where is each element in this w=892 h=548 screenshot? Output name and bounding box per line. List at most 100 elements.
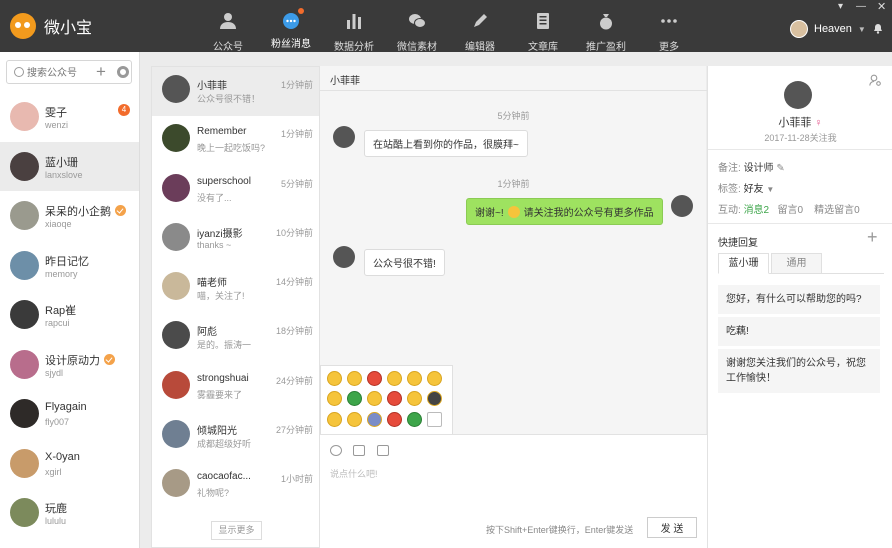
- avatar: [10, 250, 39, 280]
- emoji-icon[interactable]: [347, 391, 362, 407]
- conversation-item[interactable]: 倾城阳光 27分钟前 成都超级好听: [152, 412, 319, 461]
- nav-item-materials[interactable]: 微信素材: [387, 8, 447, 53]
- money-bag-icon: [600, 14, 612, 30]
- nav-item-more[interactable]: 更多: [639, 8, 699, 53]
- chevron-down-icon[interactable]: ▼: [766, 185, 774, 194]
- nav-item-accounts[interactable]: 公众号: [198, 8, 258, 53]
- quick-reply-item[interactable]: 吃藕!: [718, 317, 880, 346]
- emoji-icon[interactable]: [407, 371, 422, 386]
- account-item[interactable]: 蓝小珊 lanxslove: [0, 141, 139, 191]
- nav-item-analytics[interactable]: 数据分析: [324, 8, 384, 53]
- picture-library-icon[interactable]: [377, 445, 389, 456]
- note-row: 备注: 设计师 ✎: [718, 159, 785, 174]
- tab-general[interactable]: 通用: [771, 253, 822, 274]
- conversation-item[interactable]: strongshuai 24分钟前 雾霾要来了: [152, 363, 319, 412]
- conversation-time: 24分钟前: [275, 375, 313, 386]
- user-menu[interactable]: Heaven ▼: [790, 20, 866, 38]
- emoji-toggle-icon[interactable]: [330, 445, 342, 456]
- conversation-time: 10分钟前: [275, 227, 313, 238]
- emoji-icon[interactable]: [387, 411, 402, 427]
- conversation-item[interactable]: superschool 5分钟前 没有了...: [152, 166, 319, 215]
- interaction-row: 互动: 消息2 留言0 精选留言0: [718, 201, 860, 216]
- conversation-item[interactable]: 小菲菲 1分钟前 公众号很不错！: [152, 67, 319, 117]
- conversation-item[interactable]: Remember 1分钟前 晚上一起吃饭吗?: [152, 116, 319, 165]
- emoji-icon[interactable]: [367, 391, 382, 407]
- minimize-icon[interactable]: —: [856, 1, 866, 12]
- chat-title: 小菲菲: [330, 76, 360, 87]
- nav-label: 公众号: [213, 42, 243, 53]
- nav-label: 微信素材: [397, 42, 437, 53]
- account-name: 呆呆的小企鹅: [45, 203, 126, 219]
- account-id: lululu: [45, 516, 67, 526]
- nav-label: 推广盈利: [586, 42, 626, 53]
- image-icon[interactable]: [353, 445, 365, 456]
- send-button[interactable]: 发 送: [647, 517, 697, 538]
- emoji-icon[interactable]: [407, 411, 422, 427]
- quick-reply-tabs: 蓝小珊 通用: [718, 253, 884, 274]
- bell-icon[interactable]: [872, 22, 884, 34]
- account-list: 雯子 wenzi 4 蓝小珊 lanxslove 呆呆的小企鹅 xiaoqe 昨…: [0, 92, 139, 538]
- conversation-preview: 没有了...: [197, 192, 232, 203]
- emoji-icon[interactable]: [427, 371, 442, 386]
- emoji-icon[interactable]: [427, 391, 442, 407]
- tag-dropdown[interactable]: 好友: [744, 184, 764, 195]
- account-item[interactable]: 雯子 wenzi 4: [0, 92, 139, 142]
- account-sidebar: + 雯子 wenzi 4 蓝小珊 lanxslove 呆呆的小企鹅 xiaoqe…: [0, 52, 140, 548]
- message-input[interactable]: 说点什么吧!: [330, 467, 378, 480]
- nav-item-promotion[interactable]: 推广盈利: [576, 8, 636, 53]
- tab-lanxiaoshan[interactable]: 蓝小珊: [718, 253, 769, 274]
- nav-item-fan-messages[interactable]: 粉丝消息: [261, 8, 321, 50]
- app-name: 微小宝: [44, 20, 93, 37]
- account-id: fly007: [45, 417, 70, 427]
- account-item[interactable]: 昨日记忆 memory: [0, 241, 139, 291]
- emoji-icon[interactable]: [387, 371, 402, 386]
- send-hint: 按下Shift+Enter键换行，Enter键发送: [486, 525, 634, 535]
- account-item[interactable]: 呆呆的小企鹅 xiaoqe: [0, 191, 139, 241]
- account-name: 蓝小珊: [45, 156, 78, 169]
- account-name: 雯子: [45, 107, 67, 119]
- emoji-icon[interactable]: [327, 411, 342, 427]
- account-item[interactable]: X-0yan xgirl: [0, 439, 139, 489]
- user-settings-icon[interactable]: [869, 74, 881, 86]
- emoji-icon[interactable]: [327, 391, 342, 407]
- emoji-icon[interactable]: [367, 411, 382, 427]
- account-item[interactable]: Flyagain fly007: [0, 389, 139, 439]
- quick-reply-item[interactable]: 您好，有什么可以帮助您的吗?: [718, 285, 880, 314]
- avatar: [10, 399, 39, 428]
- emoji-icon[interactable]: [387, 391, 402, 407]
- search-input[interactable]: [27, 65, 89, 81]
- account-item[interactable]: 玩鹿 lululu: [0, 488, 139, 538]
- avatar: [162, 420, 190, 449]
- close-icon[interactable]: ✕: [877, 0, 886, 13]
- conversation-item[interactable]: 喵老师 14分钟前 喵，关注了!: [152, 264, 319, 313]
- account-item[interactable]: Rap崔 rapcui: [0, 290, 139, 340]
- tag-row: 标签: 好友 ▼: [718, 180, 774, 195]
- conversation-item[interactable]: iyanzi摄影 10分钟前 thanks ~: [152, 215, 319, 264]
- emoji-icon[interactable]: [327, 371, 342, 386]
- emoji-icon[interactable]: [367, 371, 382, 386]
- account-name-text: 呆呆的小企鹅: [45, 206, 111, 218]
- selected-comments-link[interactable]: 精选留言0: [814, 205, 860, 216]
- divider: [708, 149, 892, 150]
- conversation-time: 1分钟前: [280, 129, 313, 140]
- add-reply-icon[interactable]: +: [867, 227, 878, 248]
- emoji-icon[interactable]: [347, 371, 362, 386]
- show-more-button[interactable]: 显示更多: [211, 521, 262, 540]
- backspace-icon[interactable]: [427, 411, 442, 427]
- dropdown-icon[interactable]: ▾: [838, 1, 843, 12]
- nav-item-editor[interactable]: 编辑器: [450, 8, 510, 53]
- conversation-item[interactable]: 阿彪 18分钟前 是的。振涛一: [152, 313, 319, 362]
- user-icon: [220, 13, 236, 29]
- account-item[interactable]: 设计原动力 sjydl: [0, 340, 139, 390]
- conversation-item[interactable]: caocaofac... 1小时前 礼物呢?: [152, 461, 319, 510]
- bar-chart-icon: [347, 14, 361, 29]
- emoji-icon[interactable]: [347, 411, 362, 427]
- gear-icon[interactable]: [117, 66, 129, 78]
- comments-link[interactable]: 留言0: [777, 205, 803, 216]
- nav-item-articles[interactable]: 文章库: [513, 8, 573, 53]
- messages-link[interactable]: 消息2: [744, 205, 770, 216]
- emoji-icon[interactable]: [407, 391, 422, 407]
- edit-icon[interactable]: ✎: [776, 163, 784, 174]
- quick-reply-item[interactable]: 谢谢您关注我们的公众号，祝您工作愉快！: [718, 349, 880, 393]
- add-account-icon[interactable]: +: [96, 62, 106, 82]
